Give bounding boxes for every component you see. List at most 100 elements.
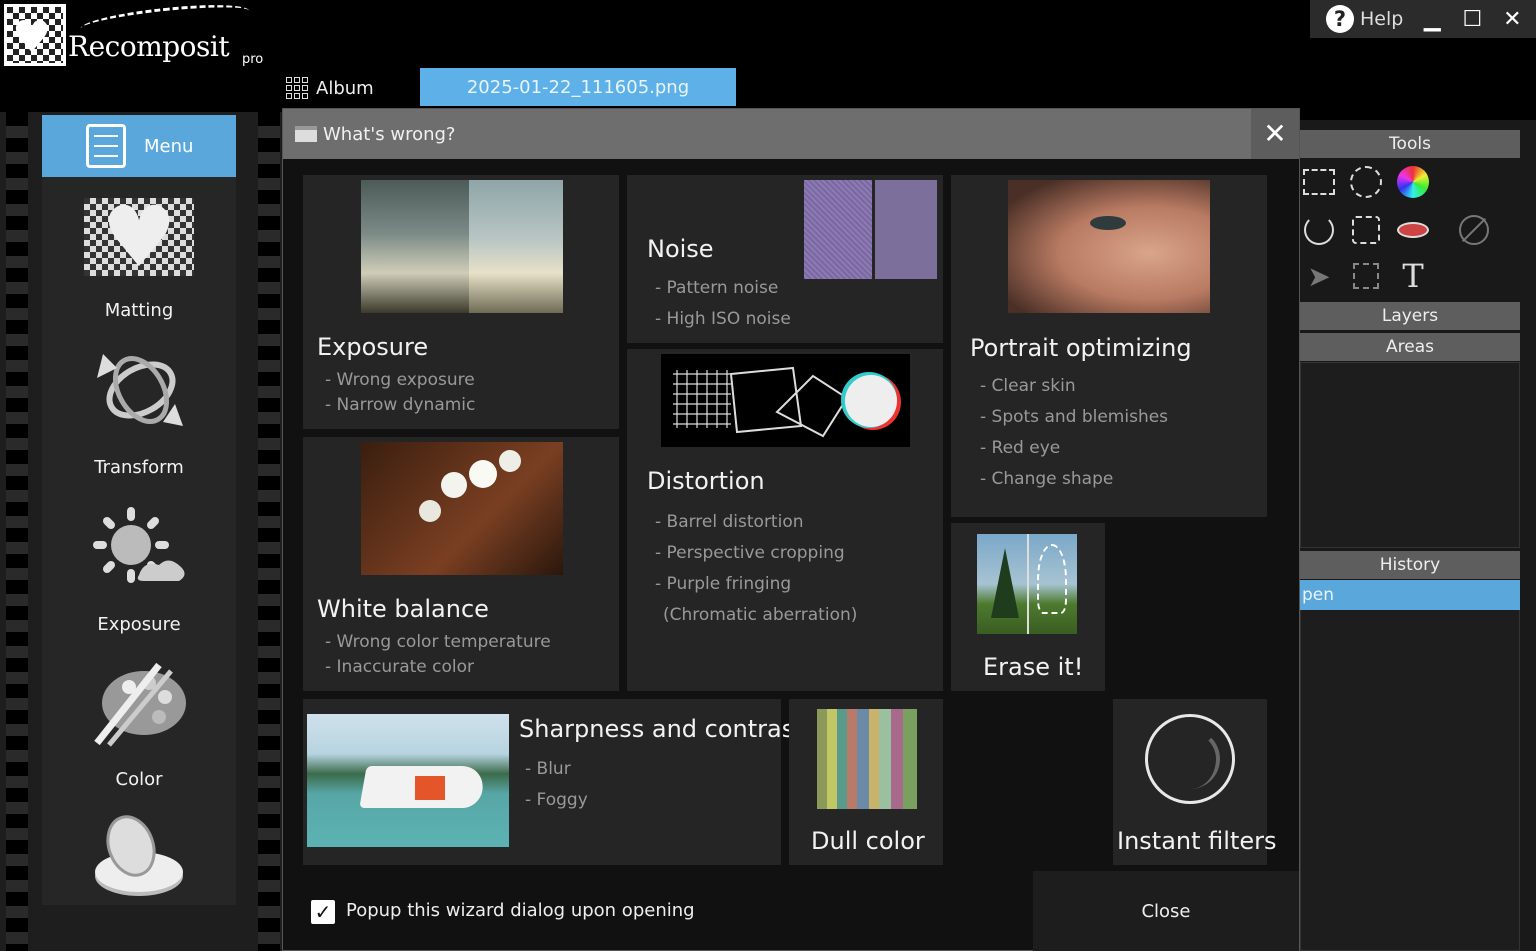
tile-distortion[interactable]: Distortion - Barrel distortion - Perspec… (627, 349, 943, 691)
compact-mirror-icon (84, 810, 194, 900)
layers-header[interactable]: Layers (1300, 302, 1520, 330)
tile-white-balance[interactable]: White balance - Wrong color temperature … (303, 437, 619, 691)
matting-heart-icon: ♥ (84, 195, 194, 279)
popup-checkbox-label[interactable]: Popup this wizard dialog upon opening (346, 900, 695, 921)
forbidden-icon[interactable] (1456, 212, 1492, 248)
move-pointer-icon[interactable]: ➤ (1301, 258, 1337, 294)
minimize-button[interactable]: ▁ (1421, 7, 1443, 32)
subitem: - Clear skin (980, 376, 1076, 396)
sidebar-item-exposure[interactable]: Exposure (42, 502, 236, 635)
tile-dull-color[interactable]: Dull color (789, 699, 943, 865)
tile-title: Exposure (317, 333, 429, 361)
tile-title: Instant filters (1117, 827, 1277, 855)
album-tab[interactable]: Album (286, 70, 374, 106)
file-tab[interactable]: 2025-01-22_111605.png (420, 68, 736, 106)
tile-subitems: - Pattern noise - High ISO noise (655, 273, 791, 335)
subitem: - Barrel distortion (655, 512, 804, 532)
tile-sharpness[interactable]: Sharpness and contrast - Blur - Foggy (303, 699, 804, 865)
subitem: - Spots and blemishes (980, 407, 1169, 427)
subitem: (Chromatic aberration) (663, 605, 858, 625)
tile-subitems: - Wrong color temperature - Inaccurate c… (325, 630, 551, 680)
subitem: - Wrong exposure (325, 370, 475, 390)
sidebar-item-label: Color (115, 769, 163, 790)
tile-title: Distortion (647, 467, 765, 495)
crop-icon[interactable] (1348, 212, 1384, 248)
subitem: - Foggy (525, 790, 588, 810)
transform-box-icon[interactable] (1348, 258, 1384, 294)
sidebar-item-transform[interactable]: Transform (42, 345, 236, 478)
history-list (1300, 580, 1520, 951)
tile-instant-filters[interactable]: Instant filters (1113, 699, 1277, 865)
history-header[interactable]: History (1300, 551, 1520, 579)
instant-filters-circle-icon (1145, 714, 1235, 804)
tile-exposure[interactable]: Exposure - Wrong exposure - Narrow dynam… (303, 175, 619, 429)
noise-thumbnail-a (804, 180, 872, 279)
subitem: - Wrong color temperature (325, 632, 551, 652)
sidebar-item-label: Exposure (97, 614, 181, 635)
right-panel: Tools ➤ T Layers Areas History pen (1300, 120, 1536, 951)
dialog-titlebar: What's wrong? ✕ (283, 109, 1299, 159)
subitem: - Red eye (980, 438, 1061, 458)
white-balance-thumbnail (361, 442, 563, 575)
text-tool-icon[interactable]: T (1395, 257, 1431, 295)
distortion-thumbnail (661, 354, 910, 447)
app-name: Recomposit (68, 30, 230, 63)
subitem: - Narrow dynamic (325, 395, 476, 415)
tile-noise[interactable]: Noise - Pattern noise - High ISO noise (627, 175, 943, 343)
help-button[interactable]: Help (1360, 8, 1403, 30)
window-controls: ? Help ▁ ☐ ✕ (1310, 0, 1536, 38)
tile-subitems: - Blur - Foggy (525, 754, 588, 816)
subitem: - High ISO noise (655, 309, 791, 329)
app-edition: pro (242, 52, 264, 67)
tools-header[interactable]: Tools (1300, 130, 1520, 158)
heart-icon: ♥ (12, 12, 52, 63)
film-holes-right (258, 112, 280, 951)
noise-thumbnail-b (875, 180, 937, 279)
subitem: - Perspective cropping (655, 543, 845, 563)
rect-select-icon[interactable] (1301, 164, 1337, 200)
close-button[interactable]: Close (1033, 871, 1299, 951)
grid-icon (286, 77, 308, 99)
dialog-close-icon[interactable]: ✕ (1251, 109, 1299, 159)
tile-subitems: - Barrel distortion - Perspective croppi… (655, 507, 857, 631)
sidebar-item-compact[interactable] (42, 810, 236, 900)
dialog-footer: ✓ Popup this wizard dialog upon opening … (283, 870, 1299, 951)
tile-portrait[interactable]: Portrait optimizing - Clear skin - Spots… (951, 175, 1267, 517)
sidebar-item-label: Transform (94, 457, 184, 478)
areas-list (1300, 362, 1520, 548)
help-icon[interactable]: ? (1326, 5, 1354, 33)
ellipse-select-icon[interactable] (1348, 164, 1384, 200)
whats-wrong-dialog: What's wrong? ✕ Exposure - Wrong exposur… (282, 108, 1300, 951)
tile-title: Portrait optimizing (970, 334, 1192, 362)
menu-label: Menu (144, 135, 194, 157)
lasso-icon[interactable] (1301, 212, 1337, 248)
exposure-thumbnail (361, 180, 563, 313)
dialog-title: What's wrong? (323, 123, 456, 145)
history-item[interactable]: pen (1300, 580, 1520, 610)
close-window-button[interactable]: ✕ (1501, 7, 1523, 32)
sidebar-item-label: Matting (104, 300, 174, 321)
sidebar-item-color[interactable]: Color (42, 657, 236, 790)
tile-title: Sharpness and contrast (519, 715, 804, 743)
sidebar-item-matting[interactable]: ♥ Matting (42, 195, 236, 321)
subitem: - Blur (525, 759, 571, 779)
sharpness-thumbnail (307, 714, 509, 847)
app-logo: ♥ Recomposit pro (2, 0, 272, 72)
areas-header[interactable]: Areas (1300, 333, 1520, 361)
palette-icon (84, 657, 194, 747)
maximize-button[interactable]: ☐ (1461, 7, 1483, 32)
portrait-thumbnail (1008, 180, 1210, 313)
red-eye-icon[interactable] (1395, 212, 1431, 248)
subitem: - Change shape (980, 469, 1114, 489)
tile-erase[interactable]: Erase it! (951, 523, 1105, 691)
tile-subitems: - Clear skin - Spots and blemishes - Red… (980, 371, 1168, 495)
tile-subitems: - Wrong exposure - Narrow dynamic (325, 368, 475, 418)
album-tab-label: Album (316, 77, 374, 99)
menu-button[interactable]: Menu (42, 115, 236, 177)
popup-checkbox[interactable]: ✓ (311, 900, 335, 924)
dull-color-thumbnail (817, 709, 917, 809)
color-wheel-icon[interactable] (1395, 164, 1431, 200)
tile-title: Noise (647, 235, 714, 263)
film-holes-left (6, 112, 28, 951)
subitem: - Pattern noise (655, 278, 779, 298)
